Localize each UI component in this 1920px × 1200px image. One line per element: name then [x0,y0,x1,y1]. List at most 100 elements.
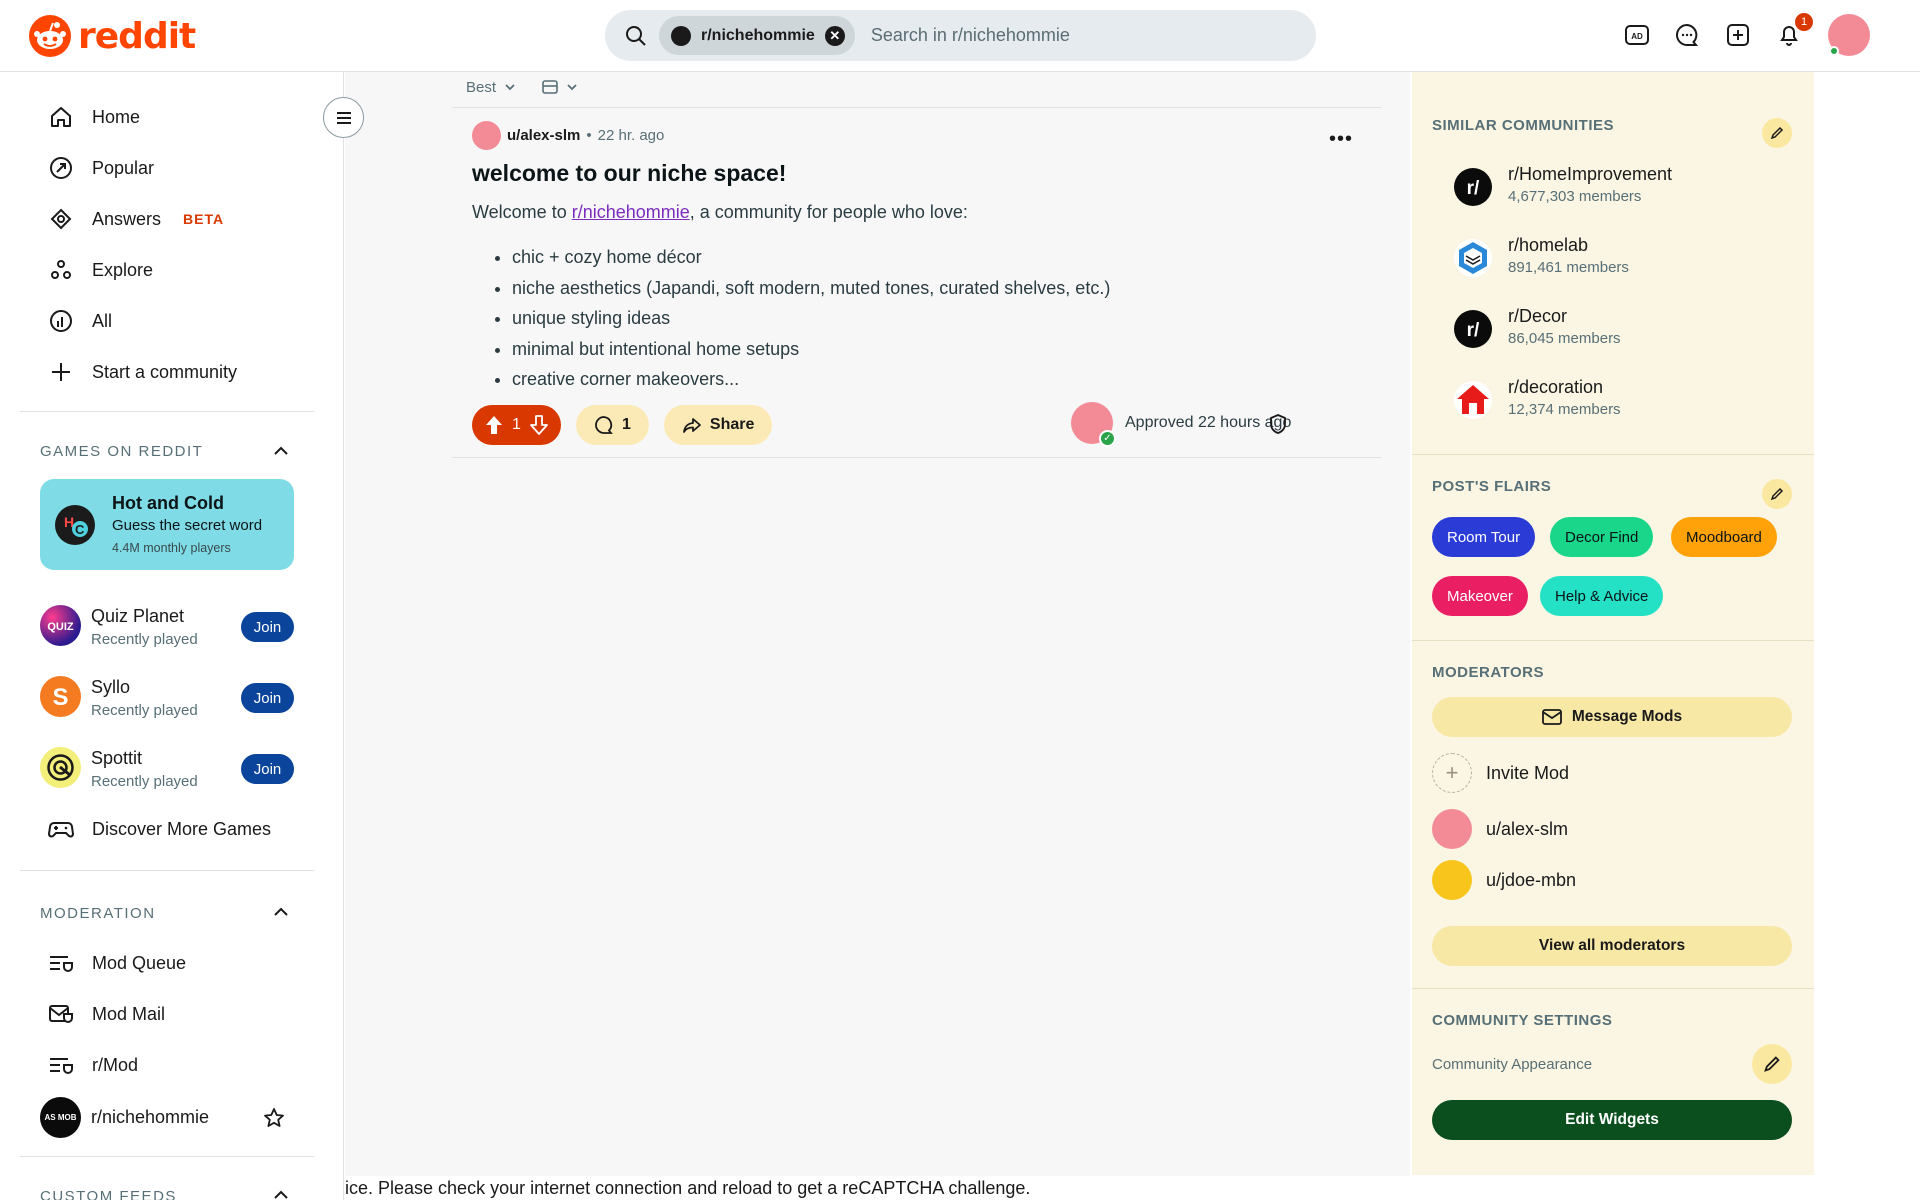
community-link[interactable]: r/nichehommie [572,202,690,222]
comments-button[interactable]: 1 [576,405,649,445]
collapse-sidebar-button[interactable] [323,97,364,138]
community-item[interactable]: r/homelab 891,461 members [1454,235,1794,281]
explore-icon [48,257,74,283]
nav-answers[interactable]: Answers BETA [48,206,224,232]
nav-mod-mail[interactable]: Mod Mail [48,1001,165,1027]
featured-game-title: Hot and Cold [112,493,224,513]
chevron-up-icon[interactable] [272,442,290,460]
svg-text:S: S [52,684,68,711]
edit-flairs-pencil-icon[interactable] [1762,479,1792,509]
downvote-icon[interactable] [529,415,549,435]
search-community-chip[interactable]: r/nichehommie ✕ [659,16,855,55]
join-button[interactable]: Join [241,612,294,642]
r-mod-icon [48,1052,74,1078]
chat-icon[interactable] [1675,23,1699,47]
chip-close-icon[interactable]: ✕ [824,25,845,46]
ads-icon[interactable]: AD [1624,23,1649,47]
menu-icon [336,111,351,124]
flair-room-tour[interactable]: Room Tour [1432,517,1536,557]
join-button[interactable]: Join [241,754,294,784]
game-row-syllo[interactable]: S Syllo Recently played Join [40,672,294,722]
invite-mod-row[interactable]: + Invite Mod [1432,753,1569,793]
nav-mod-queue[interactable]: Mod Queue [48,950,186,976]
shield-icon[interactable] [1268,413,1288,435]
card-view-icon [542,80,558,94]
game-row-quiz-planet[interactable]: QUIZ Quiz Planet Recently played Join [40,601,294,651]
post-author[interactable]: u/alex-slm [507,127,580,144]
author-avatar[interactable] [472,121,501,150]
flair-moodboard[interactable]: Moodboard [1671,517,1777,557]
edit-widgets-button[interactable]: Edit Widgets [1432,1100,1792,1140]
nav-community-nichehommie[interactable]: AS MOB r/nichehommie [40,1097,209,1138]
search-bar[interactable]: r/nichehommie ✕ [605,10,1316,61]
post-intro: Welcome to r/nichehommie, a community fo… [472,202,968,223]
edit-similar-pencil-icon[interactable] [1762,118,1792,148]
post-actions: 1 1 Share [472,405,773,445]
game-status: Recently played [91,702,198,719]
view-all-moderators-button[interactable]: View all moderators [1432,926,1792,966]
nav-home[interactable]: Home [48,104,140,130]
upvote-icon[interactable] [484,415,504,435]
post-bullet-list: chic + cozy home décor niche aesthetics … [512,242,1110,395]
moderators-title: MODERATORS [1432,664,1544,681]
moderator-row[interactable]: u/alex-slm [1432,809,1568,849]
featured-game-card[interactable]: HC Hot and Cold Guess the secret word 4.… [40,479,294,570]
moderator-row[interactable]: u/jdoe-mbn [1432,860,1576,900]
sidebar-divider [1412,640,1814,641]
all-icon [48,308,74,334]
chevron-up-icon[interactable] [272,903,290,921]
mod-queue-icon [48,950,74,976]
nav-all[interactable]: All [48,308,112,334]
community-members: 12,374 members [1508,401,1621,418]
bell-icon[interactable]: 1 [1777,13,1813,47]
sort-label: Best [466,78,497,96]
custom-feeds-title[interactable]: CUSTOM FEEDS [40,1188,177,1200]
moderator-avatar [1432,809,1472,849]
discover-more-games[interactable]: Discover More Games [48,816,271,842]
featured-game-subtitle: Guess the secret word [112,517,263,534]
flair-help-advice[interactable]: Help & Advice [1540,576,1664,616]
message-mods-button[interactable]: Message Mods [1432,697,1792,737]
user-avatar[interactable] [1828,14,1870,56]
chevron-up-icon[interactable] [272,1186,290,1200]
community-item[interactable]: r/ r/Decor 86,045 members [1454,306,1794,352]
post-time: 22 hr. ago [597,127,665,144]
popular-icon [48,155,74,181]
beta-badge: BETA [183,211,225,227]
nav-start-community[interactable]: Start a community [48,359,237,385]
featured-game-players: 4.4M monthly players [112,541,231,555]
homeimprovement-icon: r/ [1454,168,1492,206]
post-title[interactable]: welcome to our niche space! [472,160,786,187]
sort-dropdown[interactable]: Best [466,79,516,96]
community-name: r/Decor [1508,306,1568,326]
community-item[interactable]: r/decoration 12,374 members [1454,377,1794,423]
sort-bar: Best [466,72,578,102]
post-card[interactable]: u/alex-slm • 22 hr. ago ••• welcome to o… [452,107,1381,458]
svg-text:r/: r/ [1467,320,1480,341]
view-dropdown[interactable] [542,80,578,94]
nav-explore[interactable]: Explore [48,257,153,283]
reddit-logo[interactable]: reddit [28,14,196,58]
community-name: r/HomeImprovement [1508,164,1673,184]
logo-wordmark: reddit [78,15,196,57]
games-section-title[interactable]: GAMES ON REDDIT [40,443,203,460]
flair-makeover[interactable]: Makeover [1432,576,1528,616]
search-input[interactable] [870,25,1251,46]
similar-communities-title: SIMILAR COMMUNITIES [1432,117,1614,134]
more-options-icon[interactable]: ••• [1329,128,1353,151]
join-button[interactable]: Join [241,683,294,713]
flair-decor-find[interactable]: Decor Find [1550,517,1654,557]
moderator-avatar [1432,860,1472,900]
moderation-section-title[interactable]: MODERATION [40,905,156,922]
create-post-icon[interactable] [1726,23,1750,47]
game-row-spottit[interactable]: Spottit Recently played Join [40,743,294,793]
community-item[interactable]: r/ r/HomeImprovement 4,677,303 members [1454,164,1794,210]
star-icon[interactable] [263,1107,285,1129]
intro-prefix: Welcome to [472,202,572,222]
share-button[interactable]: Share [663,405,773,445]
edit-appearance-pencil-icon[interactable] [1752,1044,1792,1084]
search-icon [626,25,646,46]
nav-r-mod[interactable]: r/Mod [48,1052,138,1078]
nav-popular[interactable]: Popular [48,155,154,181]
nav-popular-label: Popular [92,157,155,178]
